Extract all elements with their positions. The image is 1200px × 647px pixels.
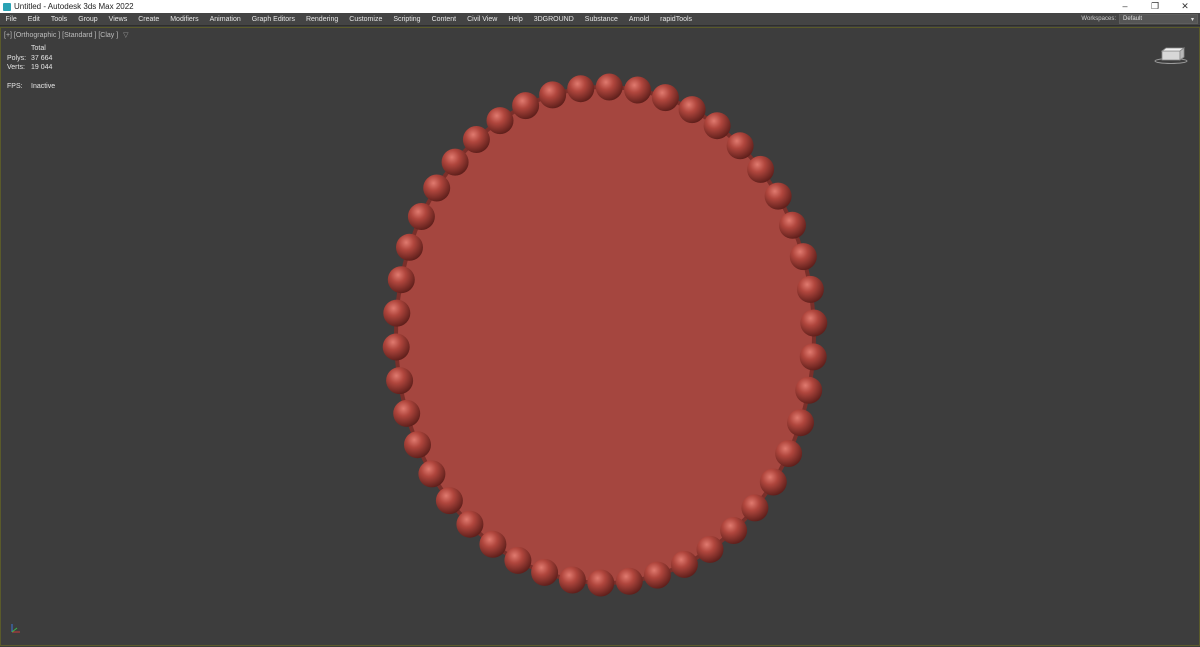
bead-sphere[interactable] bbox=[796, 275, 824, 303]
menu-item-civil-view[interactable]: Civil View bbox=[462, 13, 503, 26]
bead-sphere[interactable] bbox=[387, 266, 415, 294]
menu-item-create[interactable]: Create bbox=[133, 13, 165, 26]
bead-sphere[interactable] bbox=[764, 182, 792, 210]
bead-sphere[interactable] bbox=[651, 84, 679, 112]
bead-sphere[interactable] bbox=[615, 567, 643, 595]
menu-item-customize[interactable]: Customize bbox=[344, 13, 388, 26]
menu-item-substance[interactable]: Substance bbox=[579, 13, 623, 26]
menu-item-rapidtools[interactable]: rapidTools bbox=[655, 13, 698, 26]
bead-sphere[interactable] bbox=[747, 155, 775, 183]
bead-sphere[interactable] bbox=[678, 96, 706, 124]
bead-sphere[interactable] bbox=[479, 530, 507, 558]
axis-tripod-icon bbox=[11, 624, 20, 633]
bead-sphere[interactable] bbox=[386, 367, 414, 395]
bead-sphere[interactable] bbox=[703, 112, 731, 140]
verts-value: 19 044 bbox=[31, 64, 53, 71]
bead-sphere[interactable] bbox=[418, 460, 446, 488]
scene-canvas[interactable] bbox=[1, 28, 1200, 647]
bead-sphere[interactable] bbox=[558, 566, 586, 594]
bead-sphere[interactable] bbox=[504, 546, 532, 574]
menu-item-rendering[interactable]: Rendering bbox=[300, 13, 343, 26]
bead-sphere[interactable] bbox=[435, 487, 463, 515]
bead-sphere[interactable] bbox=[789, 243, 817, 271]
title-bar: Untitled - Autodesk 3ds Max 2022 – ❐ ✕ bbox=[0, 0, 1200, 13]
workspace-value: Default bbox=[1123, 16, 1143, 22]
workspace-dropdown[interactable]: Default ▾ bbox=[1119, 14, 1198, 24]
workspaces-label: Workspaces: bbox=[1081, 16, 1116, 22]
bead-sphere[interactable] bbox=[775, 440, 803, 467]
menu-item-help[interactable]: Help bbox=[503, 13, 528, 26]
fps-label: FPS: bbox=[7, 82, 23, 90]
stats-header: Total bbox=[31, 45, 46, 52]
bead-sphere[interactable] bbox=[531, 558, 559, 586]
bead-sphere[interactable] bbox=[741, 494, 769, 522]
fps-value: Inactive bbox=[31, 82, 56, 90]
bead-sphere[interactable] bbox=[512, 92, 540, 120]
polys-label: Polys: bbox=[7, 54, 27, 62]
chevron-down-icon: ▾ bbox=[1190, 16, 1194, 23]
bead-sphere[interactable] bbox=[383, 299, 411, 327]
bead-sphere[interactable] bbox=[779, 211, 806, 239]
menu-item-modifiers[interactable]: Modifiers bbox=[165, 13, 204, 26]
restore-button[interactable]: ❐ bbox=[1140, 0, 1170, 13]
bead-sphere[interactable] bbox=[407, 203, 435, 230]
bead-sphere[interactable] bbox=[567, 75, 595, 103]
menu-item-group[interactable]: Group bbox=[73, 13, 103, 26]
menu-items: File Edit Tools Group Views Create Modifiers An… bbox=[0, 13, 698, 26]
bead-sphere[interactable] bbox=[396, 233, 423, 261]
bead-sphere[interactable] bbox=[795, 376, 823, 404]
verts-label: Verts: bbox=[7, 64, 25, 71]
bead-sphere[interactable] bbox=[759, 468, 787, 496]
bead-sphere[interactable] bbox=[404, 431, 431, 459]
bead-sphere[interactable] bbox=[462, 126, 490, 153]
bead-sphere[interactable] bbox=[539, 81, 567, 109]
menu-item-arnold[interactable]: Arnold bbox=[623, 13, 654, 26]
bead-sphere[interactable] bbox=[787, 409, 814, 437]
bead-sphere[interactable] bbox=[382, 333, 410, 361]
bead-sphere[interactable] bbox=[643, 561, 671, 589]
window-title: Untitled - Autodesk 3ds Max 2022 bbox=[14, 2, 134, 11]
bead-sphere[interactable] bbox=[624, 76, 652, 104]
stats-overlay: Total Polys: 37 664 Verts: 19 044 FPS: Inac… bbox=[7, 44, 55, 91]
bead-sphere[interactable] bbox=[800, 309, 828, 337]
menu-item-3dground[interactable]: 3DGROUND bbox=[528, 13, 579, 26]
bead-sphere[interactable] bbox=[799, 343, 827, 371]
bead-sphere[interactable] bbox=[696, 535, 724, 563]
bead-sphere[interactable] bbox=[726, 132, 754, 160]
menu-item-file[interactable]: File bbox=[0, 13, 22, 26]
funnel-icon[interactable]: ▽ bbox=[123, 32, 128, 39]
viewport-label-text[interactable]: [+] [Orthographic ] [Standard ] [Clay ] bbox=[4, 32, 118, 39]
viewcube-icon[interactable] bbox=[1154, 45, 1188, 65]
menu-item-views[interactable]: Views bbox=[103, 13, 133, 26]
menu-item-graph-editors[interactable]: Graph Editors bbox=[246, 13, 300, 26]
bead-sphere[interactable] bbox=[720, 517, 748, 544]
menu-item-tools[interactable]: Tools bbox=[45, 13, 72, 26]
workspaces: Workspaces: Default ▾ bbox=[1081, 14, 1200, 24]
menu-item-scripting[interactable]: Scripting bbox=[388, 13, 426, 26]
bead-sphere[interactable] bbox=[423, 174, 451, 202]
bead-sphere[interactable] bbox=[595, 73, 623, 101]
viewport-label[interactable]: [+] [Orthographic ] [Standard ] [Clay ] … bbox=[4, 31, 129, 39]
viewport[interactable]: [+] [Orthographic ] [Standard ] [Clay ] … bbox=[0, 27, 1200, 646]
bead-sphere[interactable] bbox=[486, 107, 514, 135]
menu-bar: File Edit Tools Group Views Create Modifiers An… bbox=[0, 13, 1200, 26]
menu-item-content[interactable]: Content bbox=[426, 13, 462, 26]
close-button[interactable]: ✕ bbox=[1170, 0, 1200, 13]
polys-value: 37 664 bbox=[31, 54, 53, 62]
menu-item-animation[interactable]: Animation bbox=[204, 13, 246, 26]
minimize-button[interactable]: – bbox=[1110, 0, 1140, 13]
app-logo-icon bbox=[3, 2, 11, 11]
bead-sphere[interactable] bbox=[456, 510, 484, 538]
bead-sphere[interactable] bbox=[587, 569, 615, 597]
bead-sphere[interactable] bbox=[393, 399, 421, 427]
bead-sphere[interactable] bbox=[441, 148, 469, 176]
menu-item-edit[interactable]: Edit bbox=[22, 13, 45, 26]
bead-sphere[interactable] bbox=[670, 550, 698, 578]
